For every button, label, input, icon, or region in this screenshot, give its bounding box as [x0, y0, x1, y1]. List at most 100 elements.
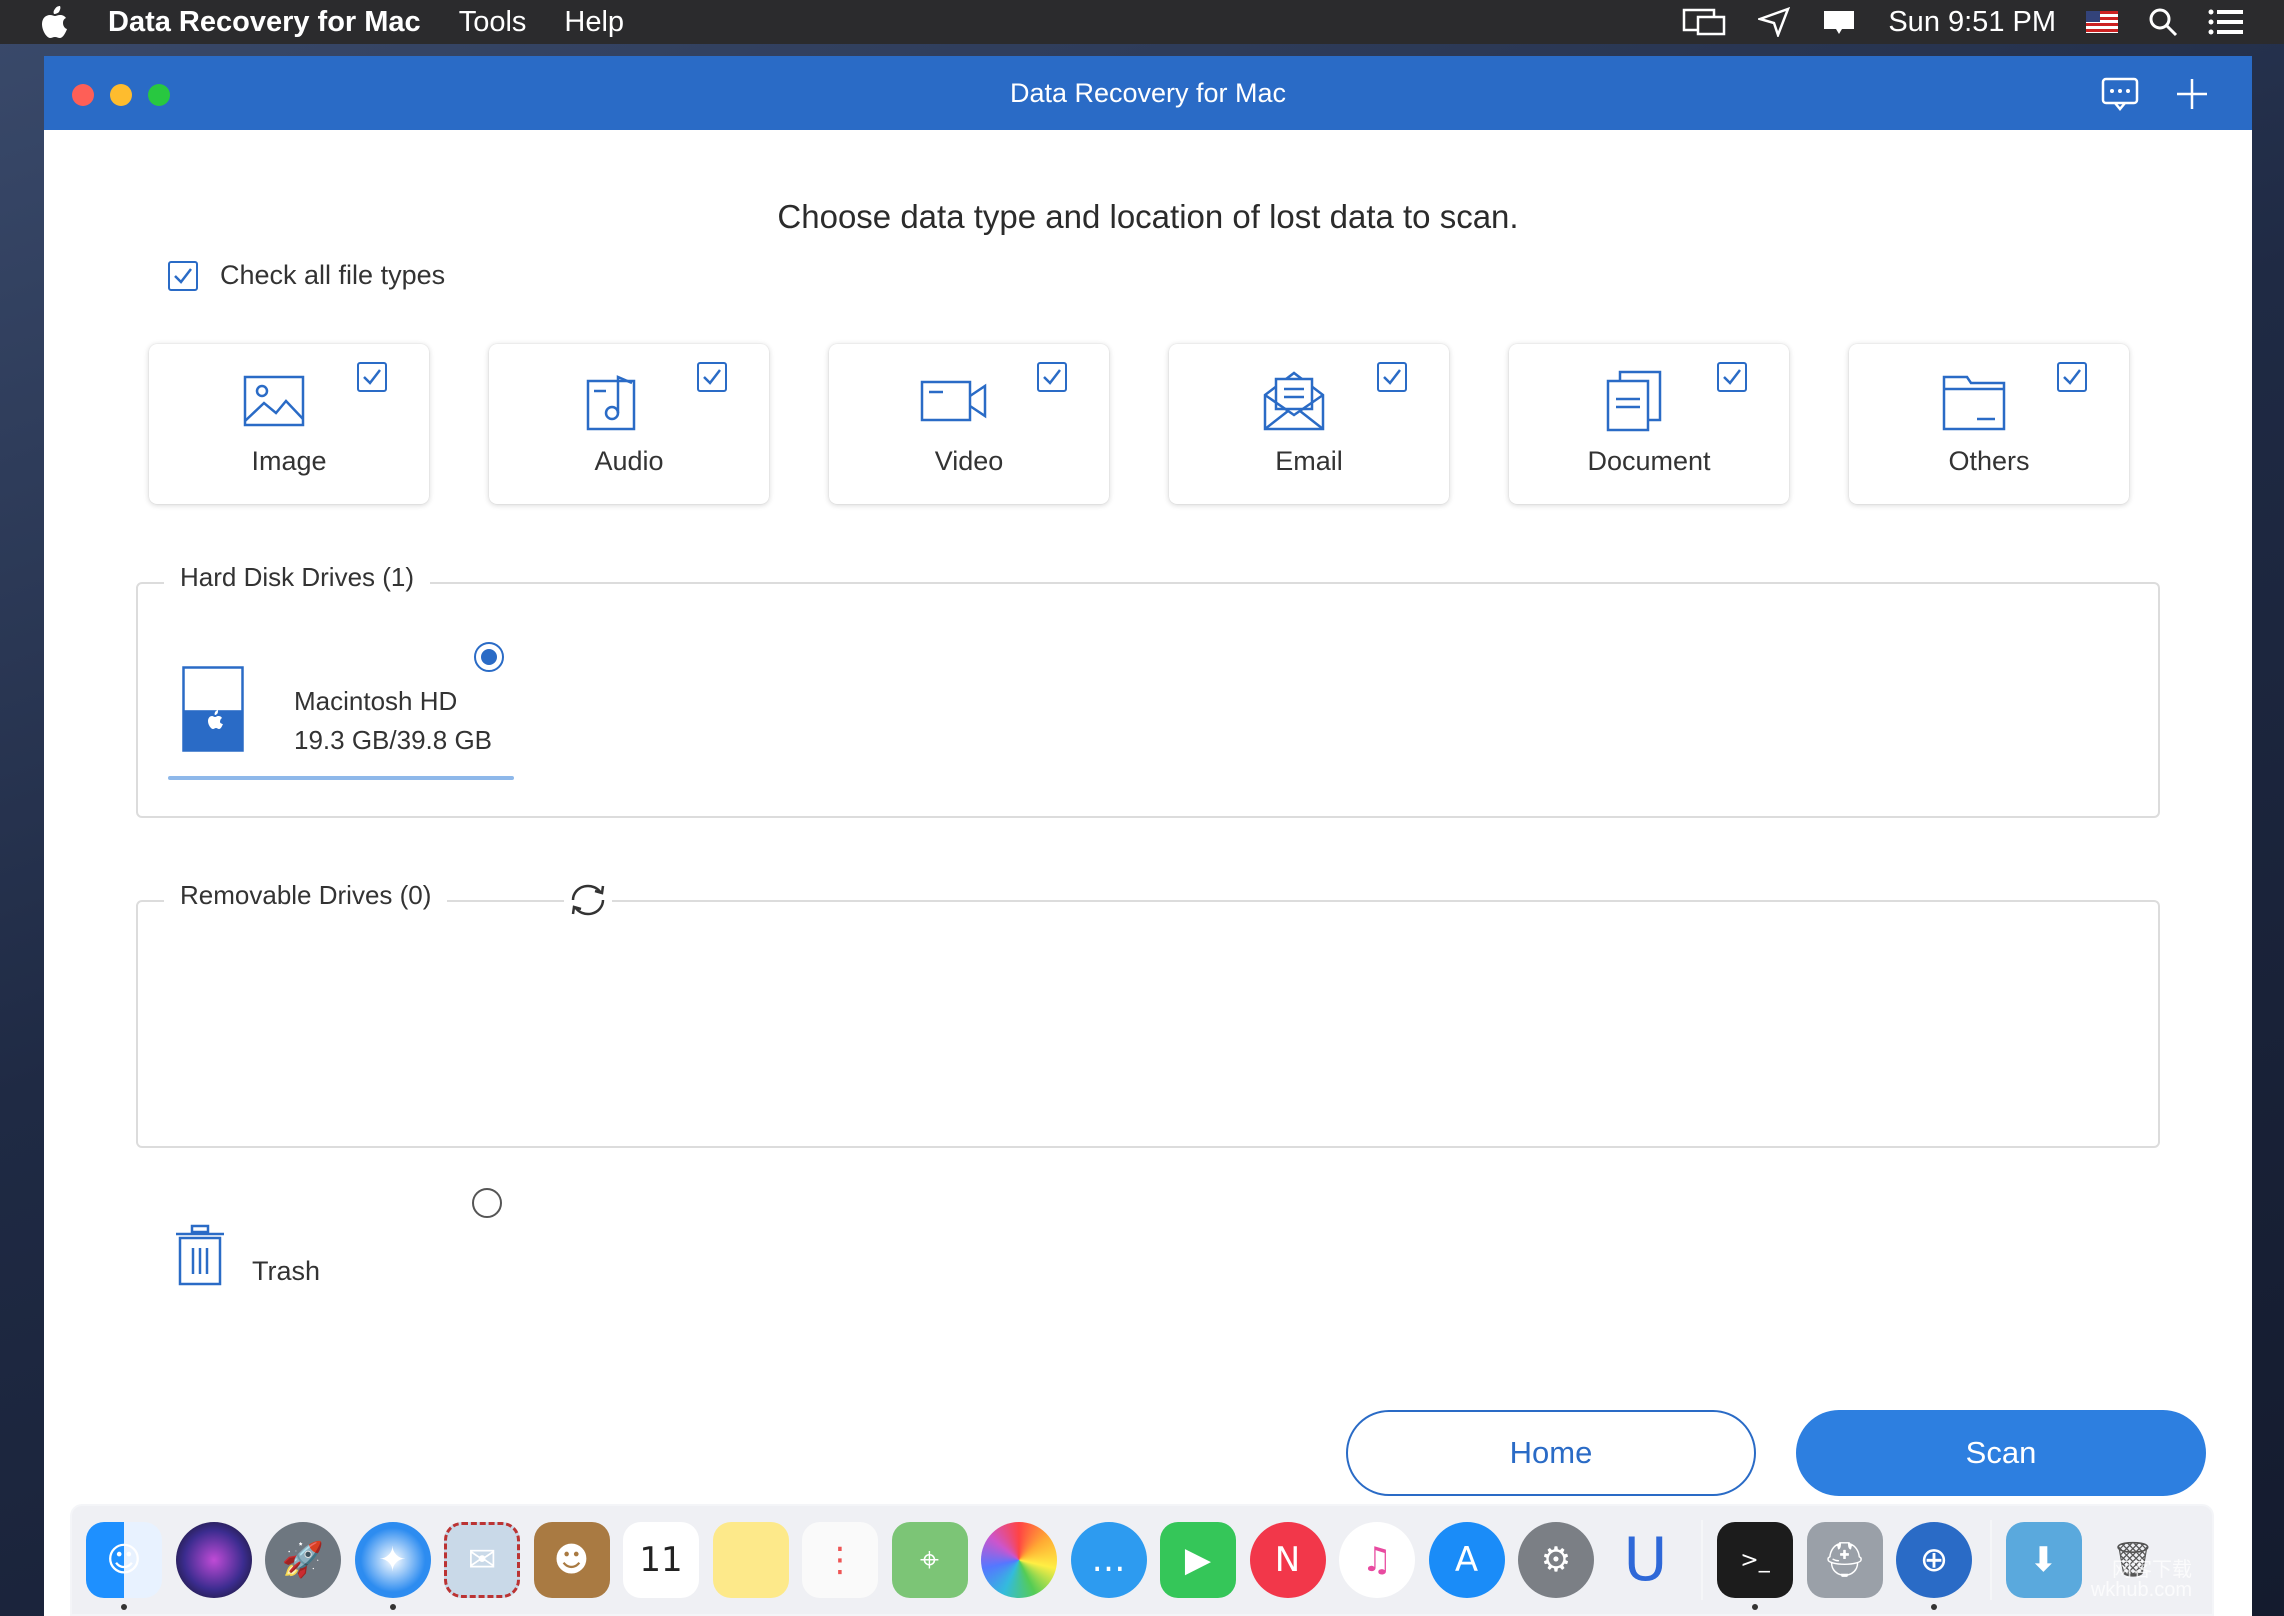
finder-icon[interactable]: ☺: [86, 1522, 162, 1610]
safari-icon[interactable]: ✦: [354, 1522, 431, 1610]
menu-tools[interactable]: Tools: [459, 6, 527, 39]
trash-radio[interactable]: [472, 1188, 502, 1218]
email-icon: [1259, 366, 1329, 436]
video-checkbox[interactable]: [1037, 362, 1067, 392]
plus-icon: [2177, 79, 2207, 109]
trash-location[interactable]: Trash: [174, 1222, 320, 1287]
hard-disk-drives-legend: Hard Disk Drives (1): [164, 562, 431, 593]
chat-bubble-icon: [2101, 77, 2139, 111]
disk-utility-icon[interactable]: ⛑: [1806, 1522, 1883, 1598]
file-type-label: Video: [934, 446, 1004, 476]
calendar-icon[interactable]: 11: [623, 1522, 699, 1598]
terminal-icon[interactable]: >_: [1717, 1522, 1793, 1610]
location-arrow-icon[interactable]: [1758, 7, 1791, 37]
file-type-label: Audio: [594, 446, 664, 476]
itunes-icon[interactable]: ♫: [1339, 1522, 1415, 1598]
downloads-folder-icon[interactable]: ⬇: [2005, 1522, 2082, 1598]
file-type-label: Document: [1587, 446, 1711, 476]
file-type-card-document[interactable]: Document: [1509, 344, 1789, 504]
refresh-removable-drives-button[interactable]: [564, 876, 612, 924]
video-icon: [919, 366, 989, 436]
photos-icon[interactable]: [981, 1522, 1057, 1598]
checkmark-icon: [1383, 369, 1401, 385]
checkmark-icon: [703, 369, 721, 385]
others-checkbox[interactable]: [2057, 362, 2087, 392]
menu-clock[interactable]: Sun 9:51 PM: [1888, 6, 2056, 39]
file-type-card-audio[interactable]: Audio: [489, 344, 769, 504]
hard-drive-icon: [182, 666, 244, 752]
file-type-cards: Image Audio Video Email Document Others: [149, 344, 2179, 504]
document-checkbox[interactable]: [1717, 362, 1747, 392]
image-checkbox[interactable]: [357, 362, 387, 392]
dock-separator: [1989, 1520, 1992, 1600]
menu-bar-extras: Sun 9:51 PM: [1652, 0, 2244, 44]
us-flag-icon[interactable]: [2086, 11, 2118, 33]
folder-icon: [1939, 366, 2009, 436]
launchpad-icon[interactable]: 🚀: [265, 1522, 341, 1598]
siri-icon[interactable]: [175, 1522, 252, 1598]
drive-size: 19.3 GB/39.8 GB: [294, 725, 493, 755]
file-type-card-video[interactable]: Video: [829, 344, 1109, 504]
macintosh-hd-radio[interactable]: [474, 642, 504, 672]
watermark: 网客下载 wkhub.com: [2091, 1560, 2192, 1600]
trash-label: Trash: [252, 1256, 321, 1286]
page-heading: Choose data type and location of lost da…: [777, 198, 1519, 235]
menu-app-name[interactable]: Data Recovery for Mac: [108, 6, 421, 39]
menu-help[interactable]: Help: [564, 6, 624, 39]
file-type-card-email[interactable]: Email: [1169, 344, 1449, 504]
magnet-icon[interactable]: U: [1608, 1522, 1684, 1598]
refresh-icon: [571, 884, 605, 916]
apple-menu-icon[interactable]: [40, 6, 80, 38]
drive-name: Macintosh HD: [294, 686, 458, 716]
notification-icon[interactable]: [1820, 7, 1858, 37]
news-icon[interactable]: N: [1249, 1522, 1326, 1598]
watermark-line2: wkhub.com: [2090, 1579, 2192, 1601]
checkmark-icon: [174, 267, 192, 284]
document-icon: [1599, 366, 1669, 436]
spotlight-search-icon[interactable]: [2148, 7, 2178, 37]
app-store-icon[interactable]: A: [1428, 1522, 1505, 1598]
check-all-label: Check all file types: [220, 260, 446, 290]
audio-checkbox[interactable]: [697, 362, 727, 392]
trash-icon: [176, 1224, 224, 1285]
window-title: Data Recovery for Mac: [1009, 78, 1287, 108]
file-type-label: Image: [251, 446, 327, 476]
home-button[interactable]: Home: [1346, 1410, 1756, 1496]
scan-button[interactable]: Scan: [1796, 1410, 2206, 1496]
file-type-label: Email: [1275, 446, 1343, 476]
removable-drives-group: Removable Drives (0): [136, 880, 2160, 1148]
title-bar[interactable]: Data Recovery for Mac: [44, 56, 2252, 130]
mail-icon[interactable]: ✉: [444, 1522, 520, 1598]
messages-icon[interactable]: …: [1070, 1522, 1147, 1598]
facetime-icon[interactable]: ▶: [1160, 1522, 1236, 1598]
watermark-line1: 网客下载: [2112, 1559, 2192, 1581]
checkmark-icon: [1043, 369, 1061, 385]
checkmark-icon: [1723, 369, 1741, 385]
app-window: Data Recovery for Mac Choose data type a…: [44, 56, 2252, 1616]
check-all-file-types[interactable]: Check all file types: [168, 260, 445, 291]
file-type-card-image[interactable]: Image: [149, 344, 429, 504]
system-preferences-icon[interactable]: ⚙: [1518, 1522, 1594, 1598]
removable-drives-legend: Removable Drives (0): [164, 880, 448, 911]
file-type-label: Others: [1948, 446, 2030, 476]
reminders-icon[interactable]: ⋮: [802, 1522, 878, 1598]
email-checkbox[interactable]: [1377, 362, 1407, 392]
data-recovery-app-icon[interactable]: ⊕: [1896, 1522, 1972, 1610]
check-all-checkbox[interactable]: [168, 260, 198, 291]
contacts-icon[interactable]: ☻: [533, 1522, 610, 1598]
feedback-button[interactable]: [2100, 74, 2140, 114]
checkmark-icon: [363, 369, 381, 385]
maps-icon[interactable]: ⌖: [891, 1522, 968, 1598]
checkmark-icon: [2063, 369, 2081, 385]
notification-center-icon[interactable]: [2208, 8, 2244, 36]
menu-bar: Data Recovery for Mac Tools Help Sun 9:5…: [0, 0, 2284, 44]
notes-icon[interactable]: [712, 1522, 789, 1598]
file-type-card-others[interactable]: Others: [1849, 344, 2129, 504]
dock: ☺ 🚀 ✦ ✉ ☻ 11 ⋮ ⌖ … ▶ N ♫ A ⚙ U >_ ⛑ ⊕ ⬇ …: [70, 1504, 2214, 1616]
drive-selected-indicator: [168, 776, 514, 780]
drive-macintosh-hd[interactable]: Macintosh HD 19.3 GB/39.8 GB: [168, 656, 514, 780]
audio-icon: [579, 366, 649, 436]
dock-separator: [1701, 1520, 1703, 1600]
airplay-display-icon[interactable]: [1682, 7, 1728, 37]
add-button[interactable]: [2172, 74, 2212, 114]
